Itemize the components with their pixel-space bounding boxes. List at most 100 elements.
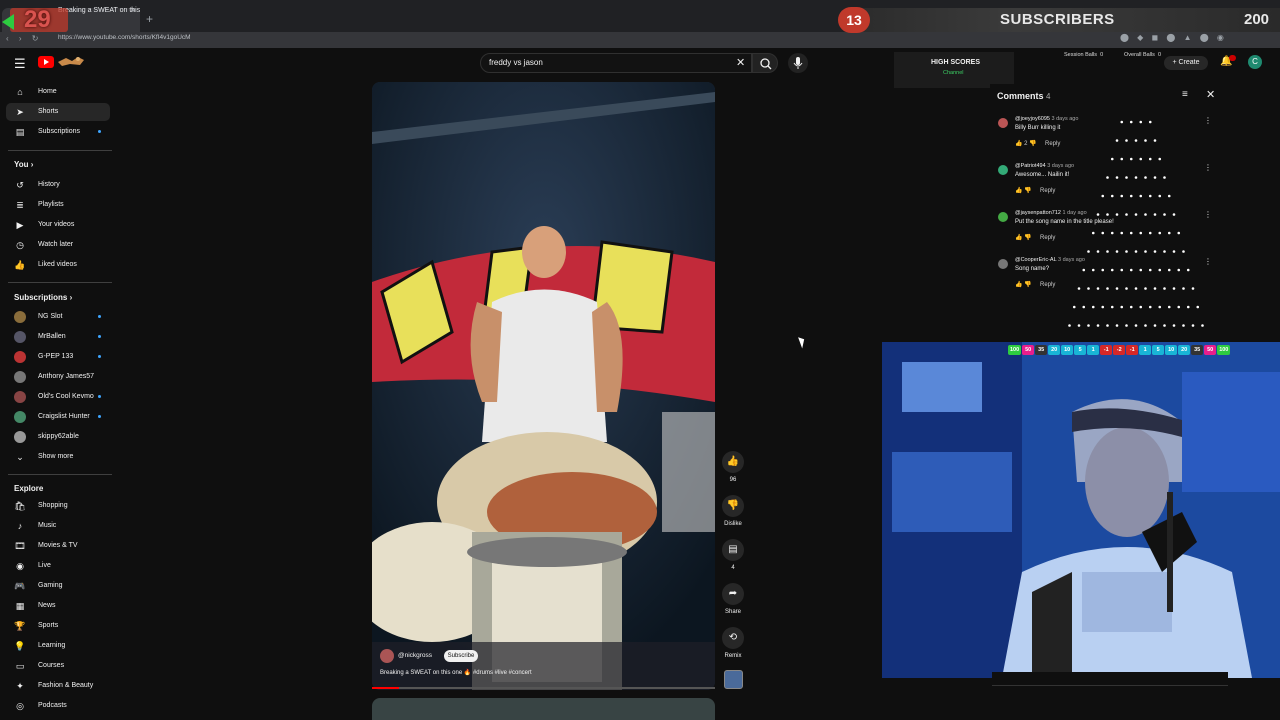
nav-buttons[interactable]: ‹ › ↻ bbox=[6, 34, 42, 43]
comments-button[interactable]: ▤ bbox=[722, 539, 744, 561]
sidebar-item-movies-tv[interactable]: 🎞 Movies & TV bbox=[6, 537, 110, 555]
news-icon: ▦ bbox=[15, 601, 25, 611]
show-more-button[interactable]: ⌄ Show more bbox=[6, 448, 110, 466]
sidebar-item-g-pep-133[interactable]: G-PEP 133 bbox=[6, 348, 110, 366]
sidebar-item-live[interactable]: ◉ Live bbox=[6, 557, 110, 575]
channel-avatar[interactable] bbox=[380, 649, 394, 663]
sidebar-item-music[interactable]: ♪ Music bbox=[6, 517, 110, 535]
new-content-dot bbox=[98, 395, 101, 398]
video-caption[interactable]: Breaking a SWEAT on this one 🔥 #drums #l… bbox=[380, 669, 532, 676]
sidebar-item-playlists[interactable]: ≣ Playlists bbox=[6, 196, 110, 214]
sidebar-item-label: NG Slot bbox=[38, 313, 63, 320]
sidebar-item-liked-videos[interactable]: 👍 Liked videos bbox=[6, 256, 110, 274]
doodle-logo-icon[interactable] bbox=[56, 54, 86, 68]
next-short-preview[interactable] bbox=[372, 698, 715, 720]
sidebar-item-craigslist-hunter[interactable]: Craigslist Hunter bbox=[6, 408, 110, 426]
remix-button[interactable]: ⟲ bbox=[722, 627, 744, 649]
sidebar-item-label: Home bbox=[38, 88, 57, 95]
sort-icon[interactable]: ≡ bbox=[1182, 89, 1188, 100]
sidebar-item-sports[interactable]: 🏆 Sports bbox=[6, 617, 110, 635]
watch-later-icon: ◷ bbox=[16, 240, 24, 250]
sidebar-item-courses[interactable]: ▭ Courses bbox=[6, 657, 110, 675]
sidebar-item-history[interactable]: ↺ History bbox=[6, 176, 110, 194]
create-button[interactable]: + Create bbox=[1164, 56, 1208, 70]
voice-search-button[interactable] bbox=[788, 53, 808, 73]
peg-dot bbox=[1158, 305, 1162, 309]
search-button[interactable] bbox=[752, 53, 778, 73]
ball-value-slot: 20 bbox=[1048, 345, 1061, 355]
peg-dot bbox=[1191, 324, 1195, 327]
peg-dot bbox=[1110, 305, 1114, 309]
peg-dot bbox=[1110, 231, 1114, 235]
peg-dot bbox=[1096, 287, 1100, 290]
sidebar-item-gaming[interactable]: 🎮 Gaming bbox=[6, 577, 110, 595]
ball-value-slot: -1 bbox=[1100, 345, 1113, 355]
share-button[interactable]: ➦ bbox=[722, 583, 744, 605]
peg-dot bbox=[1153, 213, 1157, 216]
peg-dot bbox=[1125, 250, 1128, 253]
account-avatar[interactable]: C bbox=[1248, 55, 1262, 69]
peg-dot bbox=[1120, 157, 1124, 161]
sidebar-item-ng-slot[interactable]: NG Slot bbox=[6, 308, 110, 326]
peg-dot bbox=[1182, 324, 1185, 327]
sidebar-item-watch-later[interactable]: ◷ Watch later bbox=[6, 236, 110, 254]
ball-value-slot: 100 bbox=[1217, 345, 1231, 355]
new-tab-button[interactable]: + bbox=[146, 12, 153, 26]
tab-close-icon[interactable]: × bbox=[130, 5, 135, 15]
sidebar-item-skippy62able[interactable]: skippy62able bbox=[6, 428, 110, 446]
peg-dot bbox=[1158, 194, 1162, 198]
peg-dot bbox=[1153, 287, 1157, 290]
close-comments-icon[interactable]: ✕ bbox=[1206, 88, 1215, 101]
mouse-cursor-icon bbox=[798, 335, 807, 349]
peg-dot bbox=[1144, 250, 1147, 253]
youtube-logo-icon[interactable] bbox=[38, 56, 54, 68]
sidebar-item-old-s-cool-kevmo[interactable]: Old's Cool Kevmo bbox=[6, 388, 110, 406]
sidebar-item-label: Liked videos bbox=[38, 261, 77, 268]
clear-search-icon[interactable]: ✕ bbox=[736, 56, 745, 69]
search-query[interactable]: freddy vs jason bbox=[489, 58, 543, 67]
you-heading[interactable]: You › bbox=[14, 160, 33, 169]
sidebar-item-home[interactable]: ⌂ Home bbox=[6, 83, 110, 101]
subscribe-button[interactable]: Subscribe bbox=[444, 650, 478, 662]
sidebar-item-anthony-james57[interactable]: Anthony James57 bbox=[6, 368, 110, 386]
sidebar-item-subscriptions[interactable]: ▤ Subscriptions bbox=[6, 123, 110, 141]
url-field[interactable]: https://www.youtube.com/shorts/KfI4v1goU… bbox=[58, 34, 191, 41]
sidebar-item-podcasts[interactable]: ◎ Podcasts bbox=[6, 697, 110, 715]
sidebar-item-mrballen[interactable]: MrBallen bbox=[6, 328, 110, 346]
peg-dot bbox=[1177, 231, 1181, 235]
mic-icon bbox=[793, 57, 803, 69]
dislike-button[interactable]: 👎 bbox=[722, 495, 744, 517]
sidebar-item-learning[interactable]: 💡 Learning bbox=[6, 637, 110, 655]
extension-icons[interactable]: ⬤ ◆ ◼ ⬤ ▲ ⬤ ◉ bbox=[1120, 33, 1227, 42]
shorts-video[interactable] bbox=[372, 82, 715, 690]
history-icon: ↺ bbox=[16, 180, 24, 190]
gaming-icon: 🎮 bbox=[14, 581, 26, 591]
video-progress-track[interactable] bbox=[372, 687, 715, 689]
sidebar-item-label: Sports bbox=[38, 622, 59, 629]
sidebar-item-shorts[interactable]: ➤ Shorts bbox=[6, 103, 110, 121]
sidebar-item-your-videos[interactable]: ▶ Your videos bbox=[6, 216, 110, 234]
sidebar-item-shopping[interactable]: 🛍 Shopping bbox=[6, 497, 110, 515]
channel-avatar bbox=[14, 391, 26, 403]
sound-thumbnail[interactable] bbox=[724, 670, 743, 689]
menu-icon[interactable]: ☰ bbox=[14, 56, 26, 72]
new-content-dot bbox=[98, 335, 101, 338]
sidebar-item-fashion-beauty[interactable]: ✦ Fashion & Beauty bbox=[6, 677, 110, 695]
peg-dot bbox=[1087, 287, 1090, 290]
peg-dot bbox=[1144, 139, 1147, 142]
sidebar-item-label: Your videos bbox=[38, 221, 75, 228]
peg-dot bbox=[1120, 305, 1124, 309]
divider bbox=[8, 474, 112, 475]
sidebar-item-label: Courses bbox=[38, 662, 65, 669]
webcam-feed bbox=[882, 342, 1280, 678]
subscriptions-heading[interactable]: Subscriptions › bbox=[14, 293, 72, 302]
like-count: 96 bbox=[729, 477, 737, 483]
music-icon: ♪ bbox=[17, 521, 23, 531]
peg-dot bbox=[1110, 268, 1114, 272]
sidebar-item-news[interactable]: ▦ News bbox=[6, 597, 110, 615]
like-button[interactable]: 👍 bbox=[722, 451, 744, 473]
comment-input-area[interactable] bbox=[992, 672, 1228, 686]
sidebar-item-label: Craigslist Hunter bbox=[38, 413, 90, 420]
channel-handle[interactable]: @nickgross bbox=[398, 652, 432, 659]
address-bar bbox=[0, 32, 1280, 48]
